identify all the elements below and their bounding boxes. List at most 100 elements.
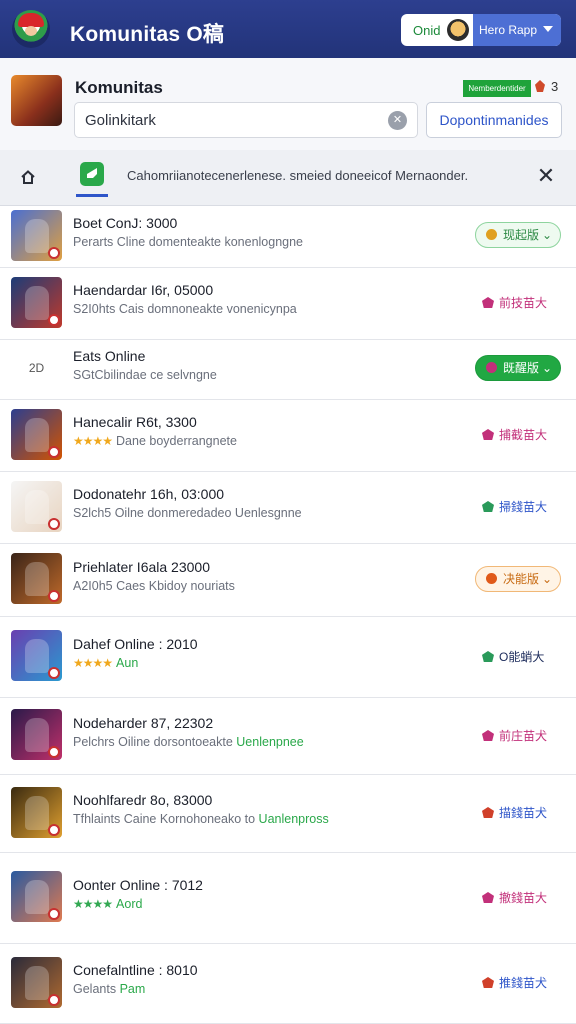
- action-link[interactable]: 前庄苗犬: [482, 727, 547, 744]
- list-item[interactable]: Haendardar I6r, 05000 S2I0hts Cais domnon…: [0, 268, 576, 340]
- item-subtitle-line: ★★★★ Aun: [73, 656, 138, 670]
- list-item[interactable]: Noohlfaredr 8o, 83000 Tfhlaints Caine Kor…: [0, 775, 576, 853]
- list-item[interactable]: Conefalntline : 8010 Gelants Pam 推錢苗犬: [0, 944, 576, 1024]
- item-subtitle: S2lch5 Oilne donmeredadeo Uenlesgnne: [73, 506, 302, 520]
- action-icon: [482, 730, 494, 741]
- list-item[interactable]: Nodeharder 87, 22302 Pelchrs Oiline dorso…: [0, 698, 576, 775]
- user-menu-button[interactable]: Onid Hero Rapp: [401, 14, 561, 46]
- list-item[interactable]: Boet ConJ: 3000 Perarts Cline domenteakte…: [0, 206, 576, 268]
- action-link[interactable]: 描錢苗犬: [482, 804, 547, 821]
- rating-stars: ★★★★: [73, 897, 113, 911]
- tab-bar: Cahomriianotecenerlenese. smeied doneeic…: [0, 150, 576, 206]
- action-link[interactable]: 前技苗大: [482, 294, 547, 311]
- members-icon: [535, 80, 545, 92]
- item-title: Conefalntline : 8010: [73, 962, 198, 978]
- action-icon: [486, 229, 497, 240]
- action-label: 描錢苗犬: [499, 806, 548, 820]
- badge-icon: [48, 746, 60, 758]
- subtitle-accent: Uanlenpross: [258, 812, 329, 826]
- game-thumbnail: [11, 409, 62, 460]
- item-title: Dahef Online : 2010: [73, 636, 198, 652]
- item-subtitle: Pelchrs Oiline dorsontoeakte Uenlenpnee: [73, 735, 304, 749]
- game-thumbnail: [11, 277, 62, 328]
- rating-stars: ★★★★: [73, 656, 113, 670]
- avatar: [447, 19, 469, 41]
- badge-icon: [48, 247, 60, 259]
- item-title: Priehlater I6ala 23000: [73, 559, 210, 575]
- action-label: 捕截苗大: [499, 428, 548, 442]
- badge-icon: [48, 314, 60, 326]
- list-item[interactable]: Priehlater I6ala 23000 A2I0h5 Caes Kbidoy…: [0, 544, 576, 617]
- item-subtitle-line: Perarts Cline domenteakte konenlogngne: [73, 235, 303, 249]
- badge-icon: [48, 994, 60, 1006]
- item-subtitle: Tfhlaints Caine Kornohoneako to Uanlenpr…: [73, 812, 329, 826]
- item-subtitle-line: Pelchrs Oiline dorsontoeakte Uenlenpnee: [73, 735, 304, 749]
- item-subtitle-line: SGtCbilindae ce selvngne: [73, 368, 217, 382]
- app-title: Komunitas O稿: [70, 23, 225, 46]
- list-item[interactable]: Oonter Online : 7012 ★★★★ Aord 撤錢苗大: [0, 853, 576, 944]
- badge-icon: [48, 667, 60, 679]
- item-subtitle-line: ★★★★ Dane boyderrangnete: [73, 434, 237, 448]
- action-link[interactable]: O能蛸大: [482, 648, 544, 665]
- action-icon: [482, 892, 494, 903]
- action-label: 前技苗大: [499, 296, 548, 310]
- item-title: Noohlfaredr 8o, 83000: [73, 792, 213, 808]
- action-link[interactable]: 捕截苗大: [482, 426, 547, 443]
- item-subtitle-line: S2I0hts Cais domnoneakte vonenicynpa: [73, 302, 297, 316]
- action-icon: [482, 977, 494, 988]
- action-icon: [482, 807, 494, 818]
- game-thumbnail: [11, 871, 62, 922]
- action-button[interactable]: 决能版 ⌄: [475, 566, 561, 592]
- action-link[interactable]: 推錢苗犬: [482, 974, 547, 991]
- user-name: Onid: [413, 23, 441, 38]
- item-subtitle: A2I0h5 Caes Kbidoy nouriats: [73, 579, 235, 593]
- item-subtitle-line: A2I0h5 Caes Kbidoy nouriats: [73, 579, 235, 593]
- list-item[interactable]: 2D Eats Online SGtCbilindae ce selvngne 既醒版…: [0, 340, 576, 400]
- action-button[interactable]: 现起版 ⌄: [475, 222, 561, 248]
- tab-feed-icon[interactable]: [80, 162, 104, 186]
- search-input[interactable]: [85, 103, 385, 137]
- action-label: 掃錢苗大: [499, 500, 548, 514]
- list-item[interactable]: Hanecalir R6t, 3300 ★★★★ Dane boyderrangne…: [0, 400, 576, 472]
- action-icon: [486, 573, 497, 584]
- badge-icon: [48, 908, 60, 920]
- item-subtitle: Perarts Cline domenteakte konenlogngne: [73, 235, 304, 249]
- game-thumbnail: [11, 709, 62, 760]
- home-icon[interactable]: [21, 170, 35, 184]
- notice-text: Cahomriianotecenerlenese. smeied doneeic…: [127, 168, 469, 183]
- action-icon: [486, 362, 497, 373]
- list-item[interactable]: Dodonatehr 16h, 03:000 S2lch5 Oilne donme…: [0, 472, 576, 544]
- action-label: 决能版: [503, 572, 540, 586]
- close-icon[interactable]: ✕: [536, 165, 556, 187]
- badge-icon: [48, 590, 60, 602]
- action-link[interactable]: 撤錢苗大: [482, 889, 547, 906]
- search-field[interactable]: ✕: [74, 102, 418, 138]
- app-logo-icon[interactable]: [12, 10, 50, 48]
- game-thumbnail: [11, 630, 62, 681]
- action-button[interactable]: 既醒版 ⌄: [475, 355, 561, 381]
- community-avatar: [11, 75, 62, 126]
- item-subtitle-line: Tfhlaints Caine Kornohoneako to Uanlenpr…: [73, 812, 329, 826]
- action-label: 现起版: [503, 228, 540, 242]
- badge-icon: [48, 518, 60, 530]
- game-thumbnail: [11, 210, 62, 261]
- community-title: Komunitas: [75, 78, 163, 97]
- rating-stars: ★★★★: [73, 434, 113, 448]
- members-badge: Nemberdentider: [463, 80, 531, 97]
- action-link[interactable]: 掃錢苗大: [482, 498, 547, 515]
- action-label: 既醒版: [503, 361, 540, 375]
- list-item[interactable]: Dahef Online : 2010 ★★★★ Aun O能蛸大: [0, 617, 576, 698]
- join-community-button[interactable]: Dopontinmanides: [426, 102, 562, 138]
- item-subtitle: Aun: [116, 656, 139, 670]
- item-title: Hanecalir R6t, 3300: [73, 414, 197, 430]
- item-subtitle: Aord: [116, 897, 143, 911]
- item-subtitle: SGtCbilindae ce selvngne: [73, 368, 217, 382]
- clear-search-icon[interactable]: ✕: [388, 111, 407, 130]
- item-subtitle: S2I0hts Cais domnoneakte vonenicynpa: [73, 302, 297, 316]
- game-thumbnail: [11, 481, 62, 532]
- active-tab-indicator: [76, 194, 108, 197]
- item-title: Oonter Online : 7012: [73, 877, 203, 893]
- item-subtitle-line: ★★★★ Aord: [73, 897, 142, 911]
- action-label: 前庄苗犬: [499, 729, 548, 743]
- top-bar: Komunitas O稿 Onid Hero Rapp: [0, 0, 576, 58]
